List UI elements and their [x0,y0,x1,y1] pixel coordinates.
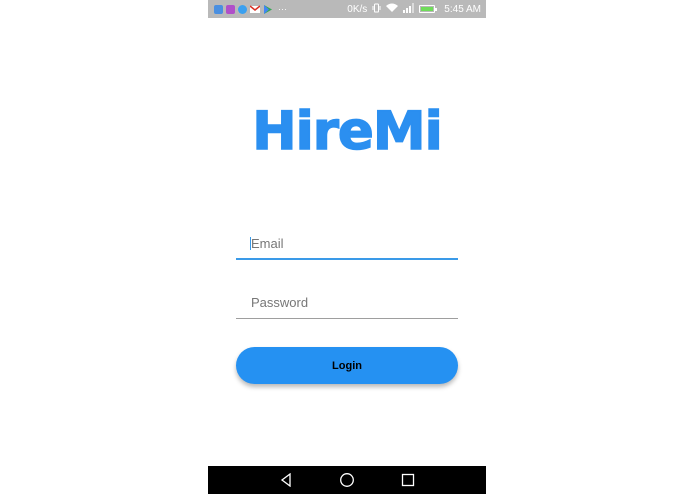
vibrate-icon [372,3,381,16]
recents-icon [401,473,415,487]
recents-button[interactable] [388,466,428,494]
phone-screen: ··· 0K/s 5:45 AM HireMi Login [208,0,486,494]
navigation-bar [208,466,486,494]
status-indicators: 0K/s 5:45 AM [347,0,481,18]
back-icon [280,473,291,487]
back-button[interactable] [266,466,306,494]
app-logo: HireMi [251,100,443,163]
home-icon [340,473,354,487]
home-button[interactable] [327,466,367,494]
status-time: 5:45 AM [444,3,481,15]
battery-level [421,7,434,11]
status-bar: ··· 0K/s 5:45 AM [208,0,486,18]
notification-icons: ··· [208,4,287,14]
gmail-icon [249,4,261,14]
battery-icon [419,5,438,13]
text-cursor [250,237,251,250]
network-speed: 0K/s [347,3,368,15]
instagram-icon [226,4,235,14]
password-field[interactable] [236,287,458,319]
play-store-icon [263,4,272,14]
app-notification-icon [214,4,223,14]
wifi-icon [386,3,399,16]
login-button[interactable]: Login [236,347,458,384]
messenger-icon [238,4,247,14]
more-notifications-indicator: ··· [278,4,287,14]
email-field[interactable] [236,228,458,260]
signal-icon [403,2,415,16]
